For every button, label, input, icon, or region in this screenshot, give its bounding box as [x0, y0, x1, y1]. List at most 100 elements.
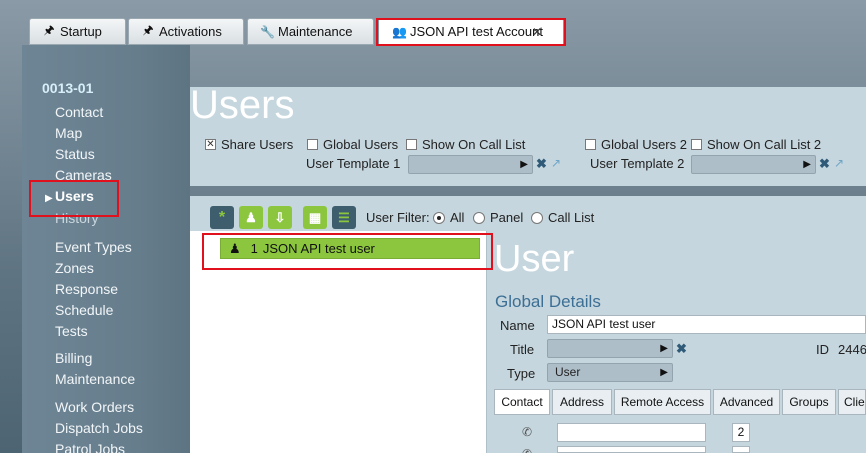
global-users-2-label: Global Users 2 [601, 137, 687, 152]
sidebar-item-contact[interactable]: Contact [55, 104, 103, 120]
user-title: User [494, 238, 575, 280]
sidebar: 0013-01 Contact Map Status Cameras ▶ Use… [22, 45, 190, 453]
user-template-1-label: User Template 1 [306, 156, 401, 171]
global-users-checkbox[interactable]: Global Users [307, 137, 398, 152]
user-number: 1 [250, 241, 258, 256]
sidebar-item-zones[interactable]: Zones [55, 260, 94, 276]
user-icon[interactable]: ♟ [239, 206, 263, 229]
users-panel: Users ✕ Share Users Global Users Show On… [190, 83, 866, 186]
user-filter-label: User Filter: [366, 210, 430, 225]
list-view-icon[interactable]: ☰ [332, 206, 356, 229]
filter-all-label: All [450, 210, 465, 225]
clear-icon[interactable]: ✖ [536, 156, 547, 172]
grid-view-icon[interactable]: ▦ [303, 206, 327, 229]
tab-bar: 🖈 Startup 🖈 Activations 🔧 Maintenance 👥 … [0, 0, 866, 50]
external-link-icon[interactable]: ↗ [834, 156, 844, 170]
name-field[interactable]: JSON API test user [547, 315, 866, 334]
caret-right-icon: ▶ [660, 343, 668, 354]
filter-call-list-radio[interactable]: Call List [531, 210, 594, 225]
close-icon[interactable]: ✕ [532, 25, 542, 39]
new-user-icon[interactable]: * [210, 206, 234, 229]
tab-activations[interactable]: 🖈 Activations [128, 18, 244, 45]
account-id: 0013-01 [42, 80, 94, 96]
global-details-heading: Global Details [495, 292, 601, 311]
tab-startup[interactable]: 🖈 Startup [29, 18, 126, 45]
global-users-2-checkbox[interactable]: Global Users 2 [585, 137, 687, 152]
sidebar-item-tests[interactable]: Tests [55, 323, 88, 339]
type-select[interactable]: User ▶ [547, 363, 673, 382]
user-name: JSON API test user [262, 241, 375, 256]
caret-right-icon: ▶ [660, 367, 668, 378]
sidebar-item-schedule[interactable]: Schedule [55, 302, 113, 318]
tab-label: Activations [159, 24, 222, 39]
tab-remote-access[interactable]: Remote Access [614, 389, 711, 415]
show-on-call-list-2-checkbox[interactable]: Show On Call List 2 [691, 137, 821, 152]
list-item[interactable]: ♟ 1 JSON API test user [220, 238, 480, 259]
sidebar-item-map[interactable]: Map [55, 125, 82, 141]
id-value: 2446 [838, 342, 866, 357]
title-label: Title [510, 342, 535, 357]
external-link-icon[interactable]: ↗ [551, 156, 561, 170]
user-icon: ♟ [229, 240, 241, 256]
user-list [190, 231, 486, 453]
clear-icon[interactable]: ✖ [676, 341, 687, 357]
name-label: Name [500, 318, 535, 333]
clear-icon[interactable]: ✖ [819, 156, 830, 172]
sidebar-item-patrol-jobs[interactable]: Patrol Jobs [55, 441, 125, 453]
checkbox-icon [691, 139, 702, 150]
sidebar-item-status[interactable]: Status [55, 146, 95, 162]
phone-icon: ✆ [522, 447, 532, 453]
checkbox-checked-icon: ✕ [205, 139, 216, 150]
sidebar-item-maintenance[interactable]: Maintenance [55, 371, 135, 387]
sidebar-item-event-types[interactable]: Event Types [55, 239, 132, 255]
download-icon[interactable]: ⇩ [268, 206, 292, 229]
tab-label: JSON API test Account [410, 24, 543, 39]
global-users-label: Global Users [323, 137, 399, 152]
tab-address[interactable]: Address [552, 389, 612, 415]
show-on-call-list-2-label: Show On Call List 2 [707, 137, 822, 152]
contact-field[interactable] [557, 446, 706, 453]
sidebar-item-work-orders[interactable]: Work Orders [55, 399, 134, 415]
sidebar-item-cameras[interactable]: Cameras [55, 167, 112, 183]
sidebar-item-users[interactable]: Users [55, 188, 94, 204]
radio-icon [531, 211, 543, 224]
tab-label: Startup [60, 24, 102, 39]
caret-right-icon: ▶ [803, 159, 811, 170]
contact-field[interactable] [557, 423, 706, 442]
tab-json-api-test-account[interactable]: 👥 JSON API test Account ✕ [379, 18, 563, 45]
caret-right-icon: ▶ [520, 159, 528, 170]
priority-field[interactable]: 2 [732, 423, 750, 442]
sidebar-item-dispatch-jobs[interactable]: Dispatch Jobs [55, 420, 143, 436]
checkbox-icon [307, 139, 318, 150]
user-template-1-select[interactable]: ▶ [408, 155, 533, 174]
users-title: Users [190, 83, 295, 127]
tab-groups[interactable]: Groups [782, 389, 836, 415]
tab-maintenance[interactable]: 🔧 Maintenance [247, 18, 374, 45]
tab-label: Maintenance [278, 24, 353, 39]
pin-icon: 🖈 [142, 23, 154, 37]
filter-call-list-label: Call List [548, 210, 595, 225]
wrench-icon: 🔧 [260, 24, 275, 39]
show-on-call-list-checkbox[interactable]: Show On Call List [406, 137, 525, 152]
checkbox-icon [406, 139, 417, 150]
phone-icon: ✆ [522, 425, 533, 439]
priority-field[interactable] [732, 446, 750, 453]
tab-clients[interactable]: Clie [838, 389, 866, 415]
sidebar-item-history[interactable]: History [55, 210, 99, 226]
user-template-2-select[interactable]: ▶ [691, 155, 816, 174]
share-users-label: Share Users [221, 137, 294, 152]
radio-selected-icon [433, 211, 445, 224]
caret-right-icon: ▶ [45, 193, 53, 204]
tab-contact[interactable]: Contact [494, 389, 550, 415]
tab-advanced[interactable]: Advanced [713, 389, 780, 415]
radio-icon [473, 211, 485, 224]
show-on-call-list-label: Show On Call List [422, 137, 526, 152]
share-users-checkbox[interactable]: ✕ Share Users [205, 137, 293, 152]
type-value: User [555, 365, 581, 379]
sidebar-item-billing[interactable]: Billing [55, 350, 92, 366]
filter-panel-radio[interactable]: Panel [473, 210, 523, 225]
title-select[interactable]: ▶ [547, 339, 673, 358]
filter-all-radio[interactable]: All [433, 210, 464, 225]
checkbox-icon [585, 139, 596, 150]
sidebar-item-response[interactable]: Response [55, 281, 118, 297]
